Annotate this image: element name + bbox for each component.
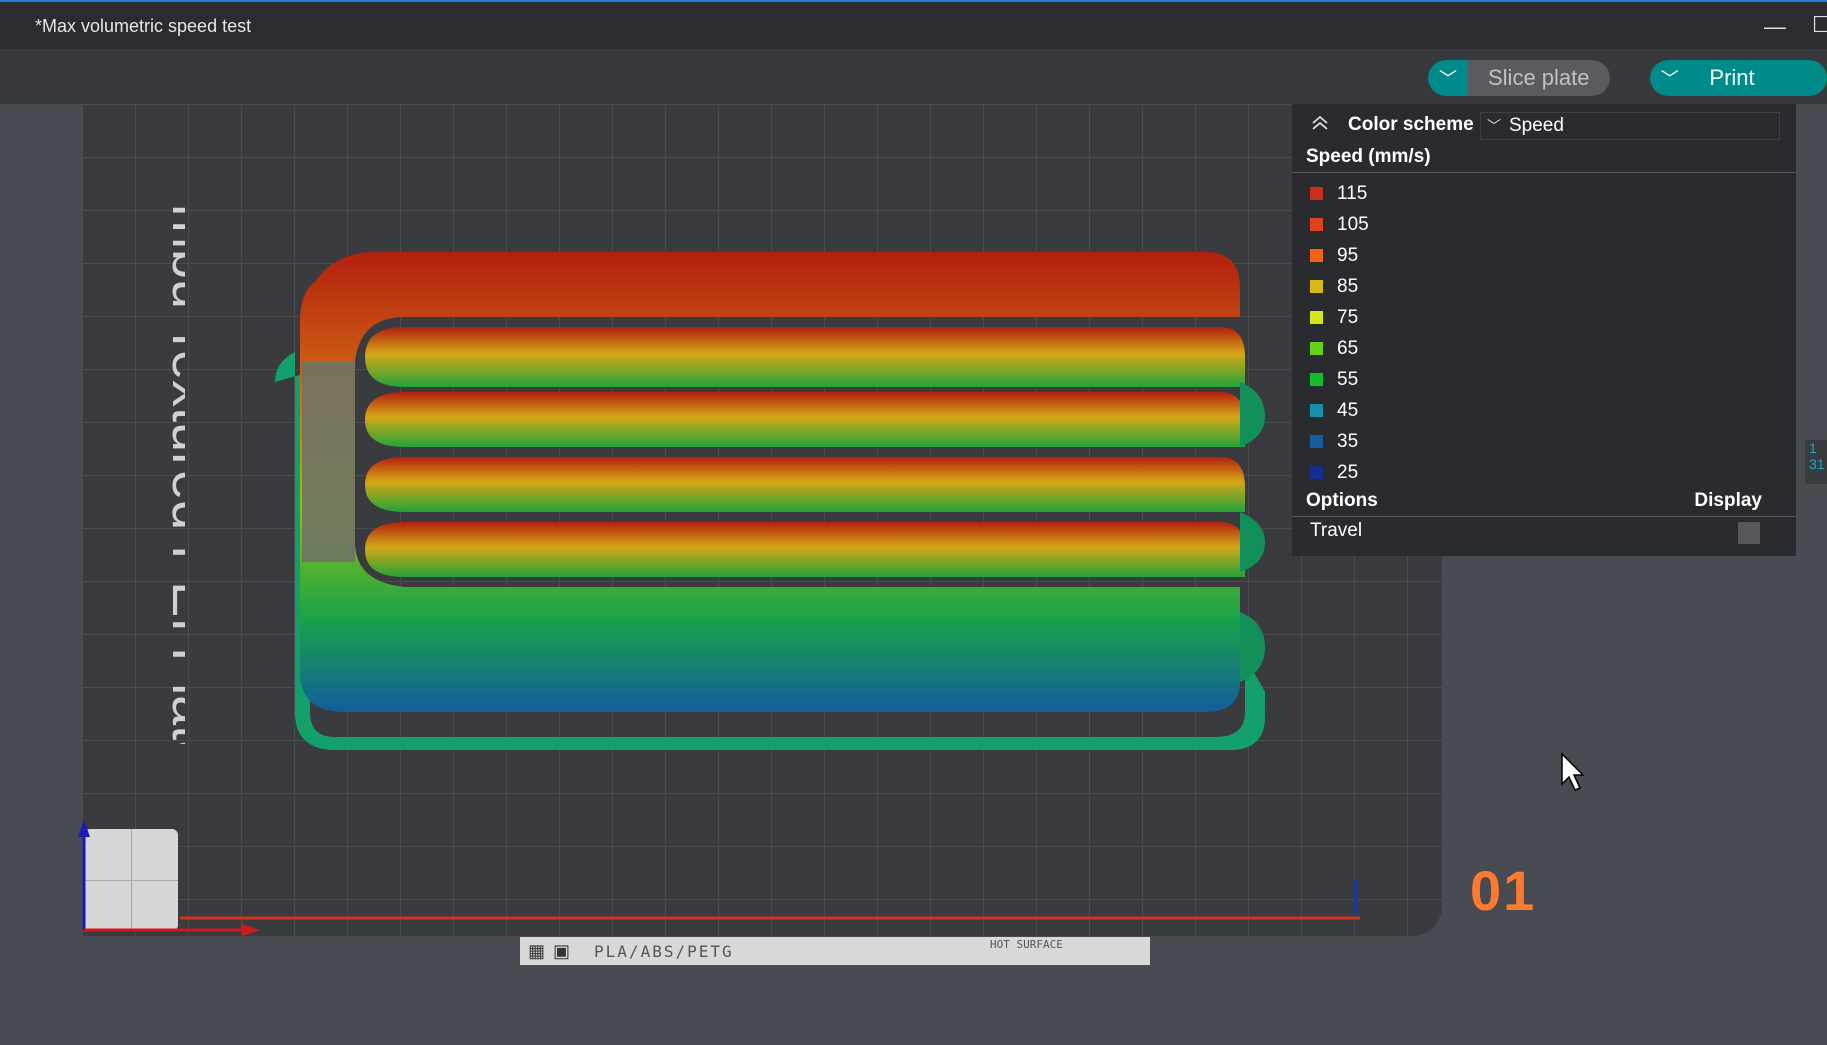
legend-swatch [1310, 187, 1323, 200]
print-plate-label: Print plate [1689, 60, 1827, 96]
legend-item: 95 [1292, 240, 1796, 271]
legend-value: 35 [1337, 430, 1359, 452]
layer-counter-top: 1 [1809, 440, 1817, 456]
legend-item: 55 [1292, 364, 1796, 395]
x-axis-line [180, 916, 1360, 920]
options-label: Options [1306, 490, 1378, 511]
legend-value: 95 [1337, 244, 1359, 266]
plate-icon: ▣ [553, 940, 571, 961]
legend-value: 85 [1337, 275, 1359, 297]
divider [1292, 516, 1796, 517]
legend-swatch [1310, 342, 1323, 355]
legend-swatch [1310, 280, 1323, 293]
color-scheme-select[interactable]: ﹀ Speed [1480, 112, 1780, 140]
legend-value: 25 [1337, 461, 1359, 483]
legend-item: 65 [1292, 333, 1796, 364]
legend-swatch [1310, 249, 1323, 262]
maximize-icon[interactable]: ☐ [1812, 12, 1827, 38]
legend-value: 75 [1337, 306, 1359, 328]
display-label: Display [1694, 490, 1762, 511]
travel-display-checkbox[interactable] [1738, 522, 1760, 544]
plate-number: 01 [1470, 859, 1537, 922]
y-axis-marker [1354, 880, 1358, 916]
legend-swatch [1310, 404, 1323, 417]
color-scheme-label: Color scheme [1348, 114, 1474, 135]
legend-item: 45 [1292, 395, 1796, 426]
layer-counter: 1 31 [1805, 440, 1827, 484]
legend-panel: Color scheme ﹀ Speed Speed (mm/s) 115 105… [1292, 104, 1796, 556]
legend-swatch [1310, 311, 1323, 324]
layer-counter-bottom: 31 [1809, 456, 1825, 472]
legend-value: 45 [1337, 399, 1359, 421]
legend-swatch [1310, 218, 1323, 231]
legend-value: 115 [1337, 182, 1368, 204]
grid-icon: ▦ [528, 940, 546, 961]
legend-swatch [1310, 373, 1323, 386]
legend-value: 65 [1337, 337, 1359, 359]
toolbar: ﹀ Slice plate ﹀ Print plate [0, 49, 1827, 104]
legend-swatch [1310, 466, 1323, 479]
filament-label: PLA/ABS/PETG [594, 941, 734, 961]
legend-item: 85 [1292, 271, 1796, 302]
bed-plate-label: mbu Textured PEI Plate [125, 204, 221, 770]
speed-title: Speed (mm/s) [1306, 146, 1431, 167]
slice-plate-label: Slice plate [1468, 60, 1610, 96]
title-bar: *Max volumetric speed test — ☐ [0, 0, 1827, 49]
legend-item: 35 [1292, 426, 1796, 457]
divider [1292, 172, 1796, 173]
cursor-icon [1561, 752, 1585, 791]
travel-label: Travel [1310, 520, 1363, 541]
legend-item: 75 [1292, 302, 1796, 333]
color-scheme-value: Speed [1509, 115, 1564, 136]
sliced-model-preview[interactable] [255, 242, 1275, 762]
legend-header: Color scheme ﹀ Speed [1292, 104, 1796, 144]
legend-item: 105 [1292, 209, 1796, 240]
chevron-down-icon[interactable]: ﹀ [1428, 60, 1468, 96]
legend-item: 115 [1292, 178, 1796, 209]
axis-indicator [78, 820, 260, 936]
chevron-down-icon: ﹀ [1487, 118, 1501, 134]
chevron-down-icon[interactable]: ﹀ [1650, 60, 1690, 96]
legend-value: 55 [1337, 368, 1359, 390]
bed-plate-label-text: mbu Textured PEI Plate [161, 204, 185, 744]
legend-value: 105 [1337, 213, 1369, 235]
minimize-icon[interactable]: — [1764, 14, 1786, 40]
print-plate-button[interactable]: ﹀ Print plate [1650, 60, 1827, 96]
legend-list: 115 105 95 85 75 65 55 45 35 25 [1292, 178, 1796, 488]
collapse-icon[interactable] [1310, 115, 1330, 131]
hot-surface-label: HOT SURFACE [990, 938, 1063, 951]
legend-swatch [1310, 435, 1323, 448]
legend-item: 25 [1292, 457, 1796, 488]
window-title: *Max volumetric speed test [35, 16, 252, 36]
slice-plate-button[interactable]: ﹀ Slice plate [1428, 60, 1610, 96]
